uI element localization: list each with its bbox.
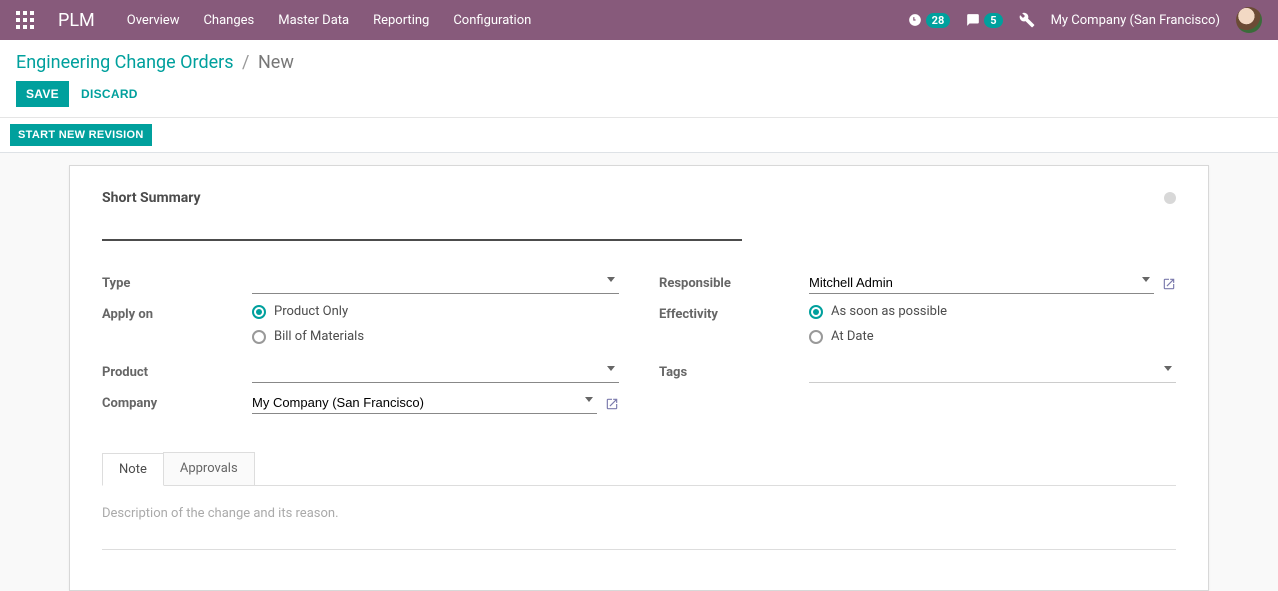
effectivity-label: Effectivity [659,304,809,322]
menu-configuration[interactable]: Configuration [453,13,531,28]
radio-icon [809,330,823,344]
product-dropdown-icon[interactable] [607,366,615,371]
top-navbar: PLM Overview Changes Master Data Reporti… [0,0,1278,40]
external-link-icon [1162,277,1176,291]
company-external-link[interactable] [605,396,619,411]
apply-on-product-only[interactable]: Product Only [252,304,619,319]
short-summary-input[interactable] [102,212,742,241]
responsible-label: Responsible [659,273,809,291]
tags-input[interactable] [809,362,1176,383]
breadcrumb: Engineering Change Orders / New [16,52,1262,73]
title-row: Short Summary [102,190,1176,241]
radio-icon [252,330,266,344]
save-button[interactable]: SAVE [16,81,69,107]
form-col-left: Type Apply on Product Only [102,273,619,424]
navbar-right: 28 5 My Company (San Francisco) [908,7,1262,33]
debug-button[interactable] [1019,12,1035,28]
main-menu: Overview Changes Master Data Reporting C… [127,13,532,28]
breadcrumb-separator: / [242,52,249,73]
clock-icon [908,13,922,27]
effectivity-radio-group: As soon as possible At Date [809,304,1176,344]
activities-count: 28 [926,13,951,28]
activities-button[interactable]: 28 [908,13,951,28]
tab-approvals[interactable]: Approvals [163,452,255,485]
messages-count: 5 [984,13,1002,28]
menu-changes[interactable]: Changes [203,13,254,28]
radio-label: Bill of Materials [274,329,364,344]
status-bar: START NEW REVISION [0,118,1278,153]
tab-note[interactable]: Note [102,453,164,486]
kanban-state-toggle[interactable] [1164,192,1176,204]
breadcrumb-parent[interactable]: Engineering Change Orders [16,52,234,73]
wrench-icon [1019,12,1035,28]
responsible-dropdown-icon[interactable] [1142,277,1150,282]
type-label: Type [102,273,252,291]
tags-dropdown-icon[interactable] [1164,366,1172,371]
effectivity-asap[interactable]: As soon as possible [809,304,1176,319]
user-avatar[interactable] [1236,7,1262,33]
company-dropdown-icon[interactable] [585,397,593,402]
note-editor[interactable]: Description of the change and its reason… [102,506,1176,550]
control-panel: Engineering Change Orders / New SAVE DIS… [0,40,1278,118]
menu-reporting[interactable]: Reporting [373,13,429,28]
external-link-icon [605,397,619,411]
menu-overview[interactable]: Overview [127,13,180,28]
apps-icon[interactable] [16,11,34,29]
breadcrumb-current: New [258,52,294,73]
responsible-external-link[interactable] [1162,276,1176,291]
form-sheet: Short Summary Type Appl [69,165,1209,591]
chat-icon [966,13,980,27]
radio-icon [809,305,823,319]
apply-on-label: Apply on [102,304,252,322]
company-input[interactable] [252,393,597,414]
start-new-revision-button[interactable]: START NEW REVISION [10,124,152,146]
product-input[interactable] [252,362,619,383]
app-brand[interactable]: PLM [58,10,95,31]
apply-on-radio-group: Product Only Bill of Materials [252,304,619,344]
radio-label: Product Only [274,304,348,319]
radio-label: As soon as possible [831,304,947,319]
radio-icon [252,305,266,319]
company-label: Company [102,393,252,411]
effectivity-at-date[interactable]: At Date [809,329,1176,344]
product-label: Product [102,362,252,380]
menu-master-data[interactable]: Master Data [278,13,349,28]
discard-button[interactable]: DISCARD [81,87,138,101]
button-row: SAVE DISCARD [16,81,1262,117]
form-col-right: Responsible Effectivity [659,273,1176,424]
notebook-tabs: Note Approvals [102,452,1176,485]
apply-on-bom[interactable]: Bill of Materials [252,329,619,344]
tags-label: Tags [659,362,809,380]
radio-label: At Date [831,329,874,344]
type-input[interactable] [252,273,619,294]
type-dropdown-icon[interactable] [607,277,615,282]
messages-button[interactable]: 5 [966,13,1002,28]
tab-content-note: Description of the change and its reason… [102,485,1176,590]
short-summary-label: Short Summary [102,190,1164,206]
company-switcher[interactable]: My Company (San Francisco) [1051,13,1220,28]
responsible-input[interactable] [809,273,1154,294]
